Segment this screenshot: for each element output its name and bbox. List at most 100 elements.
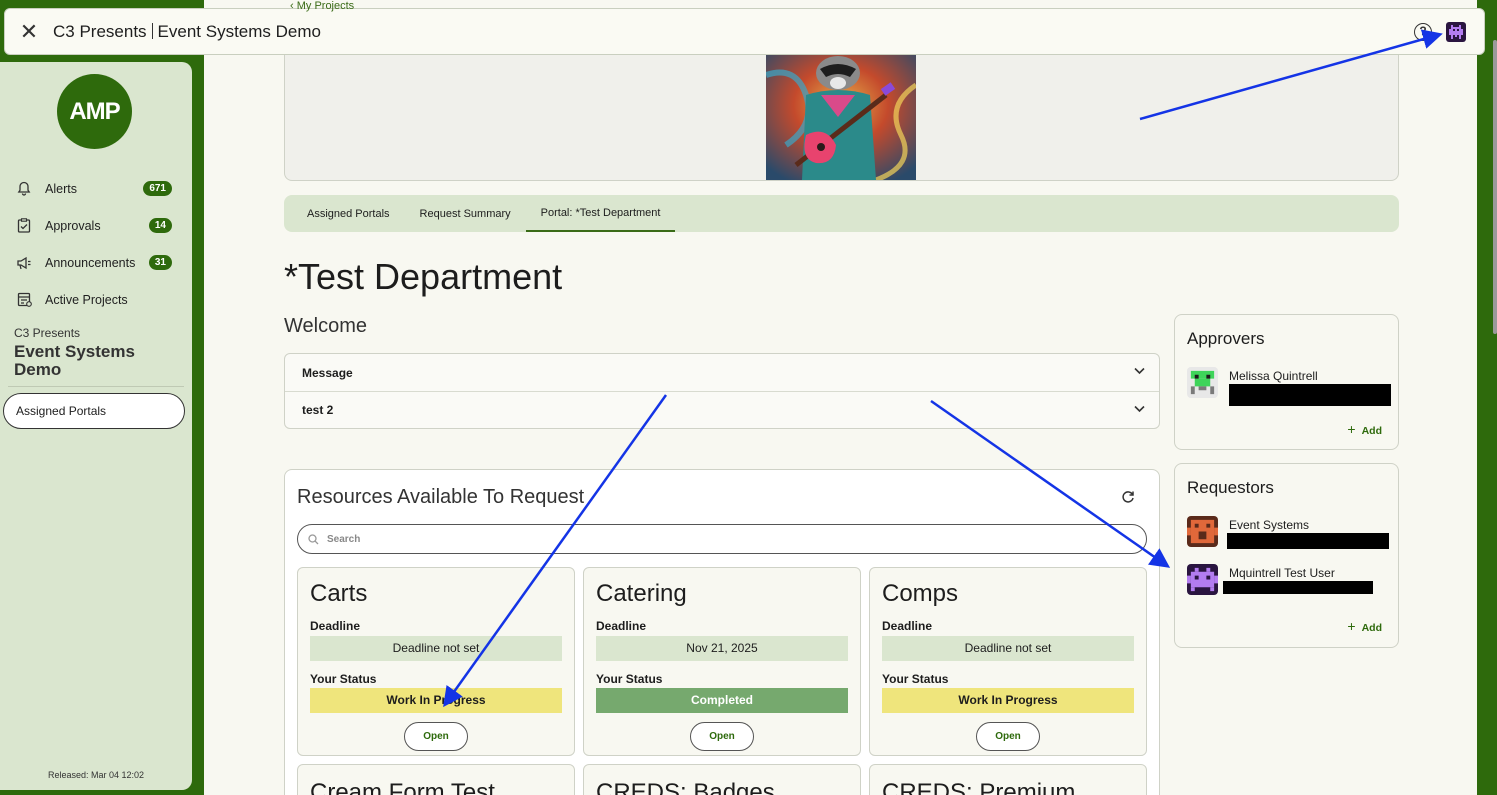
resource-card-catering: Catering Deadline Nov 21, 2025 Your Stat… bbox=[583, 567, 861, 756]
sidebar-divider bbox=[8, 386, 184, 387]
resource-card-creds-premium[interactable]: CREDS: Premium bbox=[869, 764, 1147, 795]
add-label: Add bbox=[1361, 622, 1382, 634]
accordion-label: test 2 bbox=[302, 403, 334, 417]
approvers-title: Approvers bbox=[1187, 329, 1265, 348]
purple-pixel-avatar-icon bbox=[1449, 25, 1463, 39]
redacted-info bbox=[1227, 533, 1389, 549]
status-badge: Completed bbox=[596, 688, 848, 713]
portal-banner bbox=[284, 55, 1399, 181]
deadline-value: Deadline not set bbox=[310, 636, 562, 661]
requestors-panel: Requestors Event Systems Mquintrell Test… bbox=[1174, 463, 1399, 648]
welcome-heading: Welcome bbox=[284, 315, 367, 337]
assigned-portals-button[interactable]: Assigned Portals bbox=[3, 393, 185, 429]
approvals-count-badge: 14 bbox=[148, 218, 172, 233]
deadline-label: Deadline bbox=[596, 619, 647, 633]
clipboard-check-icon bbox=[16, 218, 32, 234]
add-approver-button[interactable]: + Add bbox=[1347, 421, 1382, 437]
sidebar-item-label: Alerts bbox=[45, 181, 77, 196]
release-info: Released: Mar 04 12:02 bbox=[47, 770, 145, 780]
card-title: Carts bbox=[310, 580, 368, 607]
card-title: Cream Form Test bbox=[310, 779, 495, 795]
requestor-row: Event Systems bbox=[1187, 516, 1392, 550]
requestor-row: Mquintrell Test User bbox=[1187, 564, 1392, 598]
redacted-info bbox=[1223, 581, 1373, 594]
deadline-value: Deadline not set bbox=[882, 636, 1134, 661]
open-button[interactable]: Open bbox=[404, 722, 468, 751]
status-label: Your Status bbox=[310, 672, 377, 686]
requestor-name: Mquintrell Test User bbox=[1229, 566, 1335, 580]
requestor-name: Event Systems bbox=[1229, 518, 1310, 532]
megaphone-icon bbox=[16, 255, 32, 271]
tab-portal-test-department[interactable]: Portal: *Test Department bbox=[525, 195, 676, 232]
approver-row: Melissa Quintrell bbox=[1187, 367, 1392, 406]
redacted-info bbox=[1229, 384, 1391, 406]
bell-icon bbox=[16, 181, 32, 197]
top-bar: ✕ C3 Presents Event Systems Demo ? bbox=[4, 8, 1485, 55]
banner-artwork bbox=[766, 55, 916, 180]
help-circle-icon[interactable]: ? bbox=[1414, 23, 1432, 41]
chevron-down-icon bbox=[1134, 405, 1145, 413]
amp-logo[interactable]: AMP bbox=[57, 74, 132, 149]
resource-card-creds-badges[interactable]: CREDS: Badges bbox=[583, 764, 861, 795]
project-org: C3 Presents bbox=[14, 326, 81, 340]
deadline-label: Deadline bbox=[882, 619, 933, 633]
approvers-panel: Approvers Melissa Quintrell + Add bbox=[1174, 314, 1399, 450]
open-button[interactable]: Open bbox=[976, 722, 1040, 751]
sidebar-item-announcements[interactable]: Announcements 31 bbox=[0, 244, 192, 281]
resources-panel: Resources Available To Request Search Ca… bbox=[284, 469, 1160, 795]
status-badge: Work In Progress bbox=[882, 688, 1134, 713]
window-title: C3 Presents Event Systems Demo bbox=[53, 22, 321, 42]
card-title: CREDS: Premium bbox=[882, 779, 1076, 795]
breadcrumb-my-projects[interactable]: ‹ My Projects bbox=[290, 0, 354, 12]
logo-text: AMP bbox=[69, 97, 120, 125]
sidebar-item-label: Active Projects bbox=[45, 292, 128, 307]
chevron-down-icon bbox=[1134, 367, 1145, 375]
page-title: *Test Department bbox=[284, 256, 563, 297]
sidebar-item-approvals[interactable]: Approvals 14 bbox=[0, 207, 192, 244]
portal-tabs: Assigned Portals Request Summary Portal:… bbox=[284, 195, 1399, 232]
accordion-test-2[interactable]: test 2 bbox=[285, 391, 1159, 428]
status-label: Your Status bbox=[596, 672, 663, 686]
accordion-message[interactable]: Message bbox=[285, 354, 1159, 391]
sidebar-nav: Alerts 671 Approvals 14 Announcements 31… bbox=[0, 170, 192, 318]
page-scrollbar[interactable] bbox=[1493, 40, 1497, 334]
title-org: C3 Presents bbox=[53, 21, 147, 41]
resource-card-cream-form-test[interactable]: Cream Form Test bbox=[297, 764, 575, 795]
resource-card-carts: Carts Deadline Deadline not set Your Sta… bbox=[297, 567, 575, 756]
orange-pixel-avatar-icon bbox=[1187, 516, 1218, 547]
search-placeholder: Search bbox=[327, 533, 361, 545]
refresh-icon[interactable] bbox=[1121, 490, 1135, 504]
card-title: Catering bbox=[596, 580, 687, 607]
deadline-value: Nov 21, 2025 bbox=[596, 636, 848, 661]
title-project: Event Systems Demo bbox=[157, 21, 321, 41]
add-requestor-button[interactable]: + Add bbox=[1347, 618, 1382, 634]
open-button[interactable]: Open bbox=[690, 722, 754, 751]
resource-card-comps: Comps Deadline Deadline not set Your Sta… bbox=[869, 567, 1147, 756]
announcements-count-badge: 31 bbox=[148, 255, 172, 270]
search-icon bbox=[308, 533, 319, 544]
user-avatar-icon[interactable] bbox=[1446, 22, 1466, 42]
tab-assigned-portals[interactable]: Assigned Portals bbox=[292, 195, 405, 232]
project-title: Event Systems Demo bbox=[14, 342, 135, 379]
alerts-count-badge: 671 bbox=[143, 181, 172, 196]
sidebar-item-active-projects[interactable]: Active Projects bbox=[0, 281, 192, 318]
approver-name: Melissa Quintrell bbox=[1229, 369, 1318, 383]
deadline-label: Deadline bbox=[310, 619, 361, 633]
main-content: Assigned Portals Request Summary Portal:… bbox=[204, 0, 1477, 795]
sidebar: AMP Alerts 671 Approvals 14 Announcement… bbox=[0, 62, 192, 790]
status-label: Your Status bbox=[882, 672, 949, 686]
tab-request-summary[interactable]: Request Summary bbox=[405, 195, 526, 232]
sidebar-item-label: Approvals bbox=[45, 218, 101, 233]
requestors-title: Requestors bbox=[1187, 478, 1274, 497]
close-icon[interactable]: ✕ bbox=[5, 19, 53, 45]
welcome-accordion: Message test 2 bbox=[284, 353, 1160, 429]
add-label: Add bbox=[1361, 425, 1382, 437]
title-separator bbox=[151, 22, 153, 39]
search-input[interactable]: Search bbox=[297, 524, 1147, 554]
resources-title: Resources Available To Request bbox=[297, 486, 585, 508]
status-badge: Work In Progress bbox=[310, 688, 562, 713]
card-title: Comps bbox=[882, 580, 959, 607]
sidebar-item-alerts[interactable]: Alerts 671 bbox=[0, 170, 192, 207]
green-pixel-avatar-icon bbox=[1187, 367, 1218, 398]
purple-pixel-avatar-icon bbox=[1187, 564, 1218, 595]
